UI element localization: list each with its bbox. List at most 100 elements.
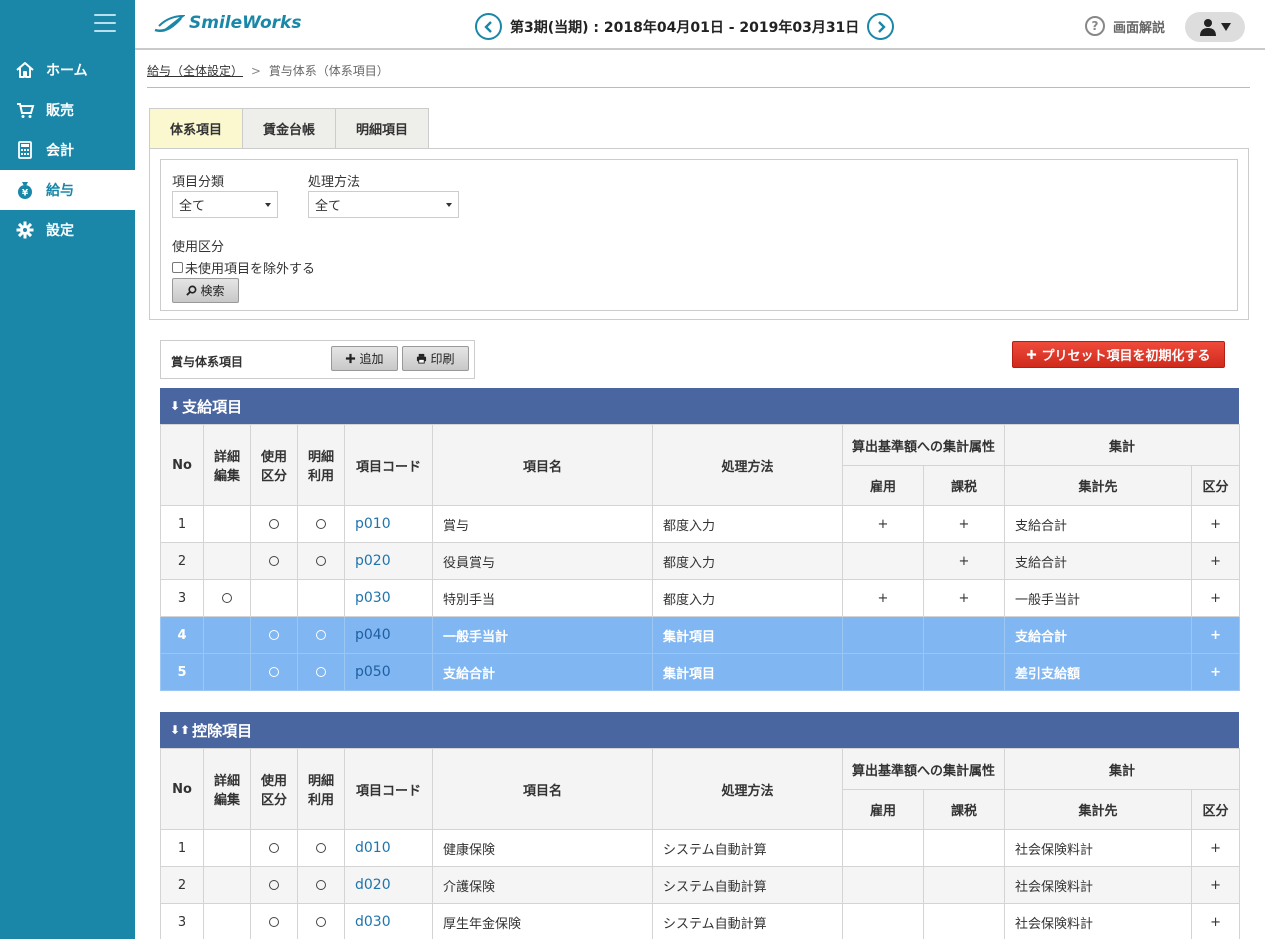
table-row[interactable]: 2 p020 役員賞与 都度入力 + 支給合計 + [160,542,1241,580]
cell-no: 3 [160,903,204,939]
print-button[interactable]: 印刷 [402,346,469,371]
circle-mark-icon [269,843,279,853]
cart-icon [14,99,36,121]
sidebar-nav: ホーム 販売 会計 ¥ 給与 設定 [0,50,135,250]
sidebar-item-home[interactable]: ホーム [0,50,135,90]
period-text: 第3期(当期) : 2018年04月01日 - 2019年03月31日 [510,19,860,36]
cell-no: 2 [160,542,204,580]
cell-no: 1 [160,505,204,543]
tab-wage-ledger[interactable]: 賃金台帳 [243,108,337,148]
category-select-value: 全て [179,199,206,214]
cell-item-name: 健康保険 [432,829,653,867]
category-label: 項目分類 [172,175,225,190]
col-employment: 雇用 [842,465,924,506]
chevron-right-icon [877,20,886,33]
cell-division: + [1191,866,1241,904]
table-row[interactable]: 3 d030 厚生年金保険 システム自動計算 社会保険料計 + [160,903,1241,939]
col-division: 区分 [1191,789,1241,830]
table-row[interactable]: 2 d020 介護保険 システム自動計算 社会保険料計 + [160,866,1241,904]
gear-icon [14,219,36,241]
search-panel-inner: 項目分類 全て 処理方法 全て 使用区分 未使用項目を除外する 検索 [160,159,1238,311]
logo-text: SmileWorks [189,13,302,33]
breadcrumb-parent-link[interactable]: 給与（全体設定） [147,64,243,78]
circle-mark-icon [269,880,279,890]
hamburger-menu-icon[interactable] [94,14,116,32]
help-label: 画面解説 [1113,20,1166,36]
svg-text:¥: ¥ [22,189,29,199]
search-icon [186,285,197,296]
item-code-link[interactable]: p010 [344,505,433,543]
cell-usage [250,505,298,543]
tab-detail-items[interactable]: 明細項目 [336,108,430,148]
logo[interactable]: SmileWorks [153,12,301,34]
cell-usage [250,903,298,939]
category-select[interactable]: 全て [172,191,278,218]
circle-mark-icon [316,630,326,640]
table-row[interactable]: 1 d010 健康保険 システム自動計算 社会保険料計 + [160,829,1241,867]
arrow-down-icon: ⬇ [170,399,181,413]
item-code-link[interactable]: p030 [344,579,433,617]
period-selector: 第3期(当期) : 2018年04月01日 - 2019年03月31日 [475,13,895,40]
item-code-link[interactable]: p050 [344,653,433,691]
next-period-button[interactable] [867,13,895,40]
cell-usage [250,829,298,867]
item-code-link[interactable]: d020 [344,866,433,904]
tab-bar: 体系項目 賃金台帳 明細項目 [149,108,430,148]
col-tax: 課税 [922,465,1006,506]
col-no: No [160,424,204,506]
table-row[interactable]: 5 p050 支給合計 集計項目 差引支給額 + [160,653,1241,691]
col-detail-edit: 詳細 編集 [203,748,251,830]
arrow-down-up-icon: ⬇⬆ [170,723,191,737]
cell-employment [842,542,924,580]
reset-preset-button[interactable]: プリセット項目を初期化する [1012,341,1225,368]
cell-method: 都度入力 [652,542,843,580]
cell-usage [250,866,298,904]
cell-item-name: 役員賞与 [432,542,653,580]
item-code-link[interactable]: d010 [344,829,433,867]
col-method: 処理方法 [652,424,843,506]
col-total-target: 集計先 [1004,789,1193,830]
cell-item-name: 一般手当計 [432,616,653,654]
bonus-items-box: 賞与体系項目 追加 印刷 [160,340,475,379]
col-usage: 使用 区分 [250,748,298,830]
tab-system-items[interactable]: 体系項目 [149,108,244,148]
table-row[interactable]: 1 p010 賞与 都度入力 + + 支給合計 + [160,505,1241,543]
sidebar-item-label: 給与 [46,183,74,199]
method-select[interactable]: 全て [308,191,459,218]
cell-division: + [1191,579,1241,617]
circle-mark-icon [316,519,326,529]
prev-period-button[interactable] [475,13,502,40]
col-tax: 課税 [922,789,1006,830]
cell-division: + [1191,829,1241,867]
add-button[interactable]: 追加 [331,346,398,371]
exclude-unused-checkbox[interactable] [172,262,183,273]
help-link[interactable]: ? 画面解説 [1085,16,1165,36]
sidebar: ホーム 販売 会計 ¥ 給与 設定 [0,0,135,939]
deduction-section-title: 控除項目 [192,721,253,740]
item-code-link[interactable]: d030 [344,903,433,939]
exclude-unused-row: 未使用項目を除外する [172,258,315,277]
printer-icon [417,353,427,364]
cell-total-target: 支給合計 [1004,505,1193,543]
breadcrumb: 給与（全体設定） > 賞与体系（体系項目） [147,62,1250,88]
table-row[interactable]: 3 p030 特別手当 都度入力 + + 一般手当計 + [160,579,1241,617]
cell-detail-edit [203,505,251,543]
col-base-attr: 算出基準額への集計属性 [841,748,1006,790]
cell-division: + [1191,542,1241,580]
col-detail-use: 明細 利用 [297,424,345,506]
cell-method: 都度入力 [652,505,843,543]
item-code-link[interactable]: p040 [344,616,433,654]
item-code-link[interactable]: p020 [344,542,433,580]
user-menu-button[interactable] [1185,12,1245,42]
table-row[interactable]: 4 p040 一般手当計 集計項目 支給合計 + [160,616,1241,654]
payment-section-header[interactable]: ⬇ 支給項目 [160,388,1239,424]
plus-icon [1027,349,1037,360]
deduction-section-header[interactable]: ⬇⬆ 控除項目 [160,712,1239,748]
search-button[interactable]: 検索 [172,278,239,303]
cell-detail-use [297,829,345,867]
sidebar-item-payroll[interactable]: ¥ 給与 [0,170,135,210]
breadcrumb-current: 賞与体系（体系項目） [268,64,389,78]
sidebar-item-accounting[interactable]: 会計 [0,130,135,170]
sidebar-item-sales[interactable]: 販売 [0,90,135,130]
sidebar-item-settings[interactable]: 設定 [0,210,135,250]
